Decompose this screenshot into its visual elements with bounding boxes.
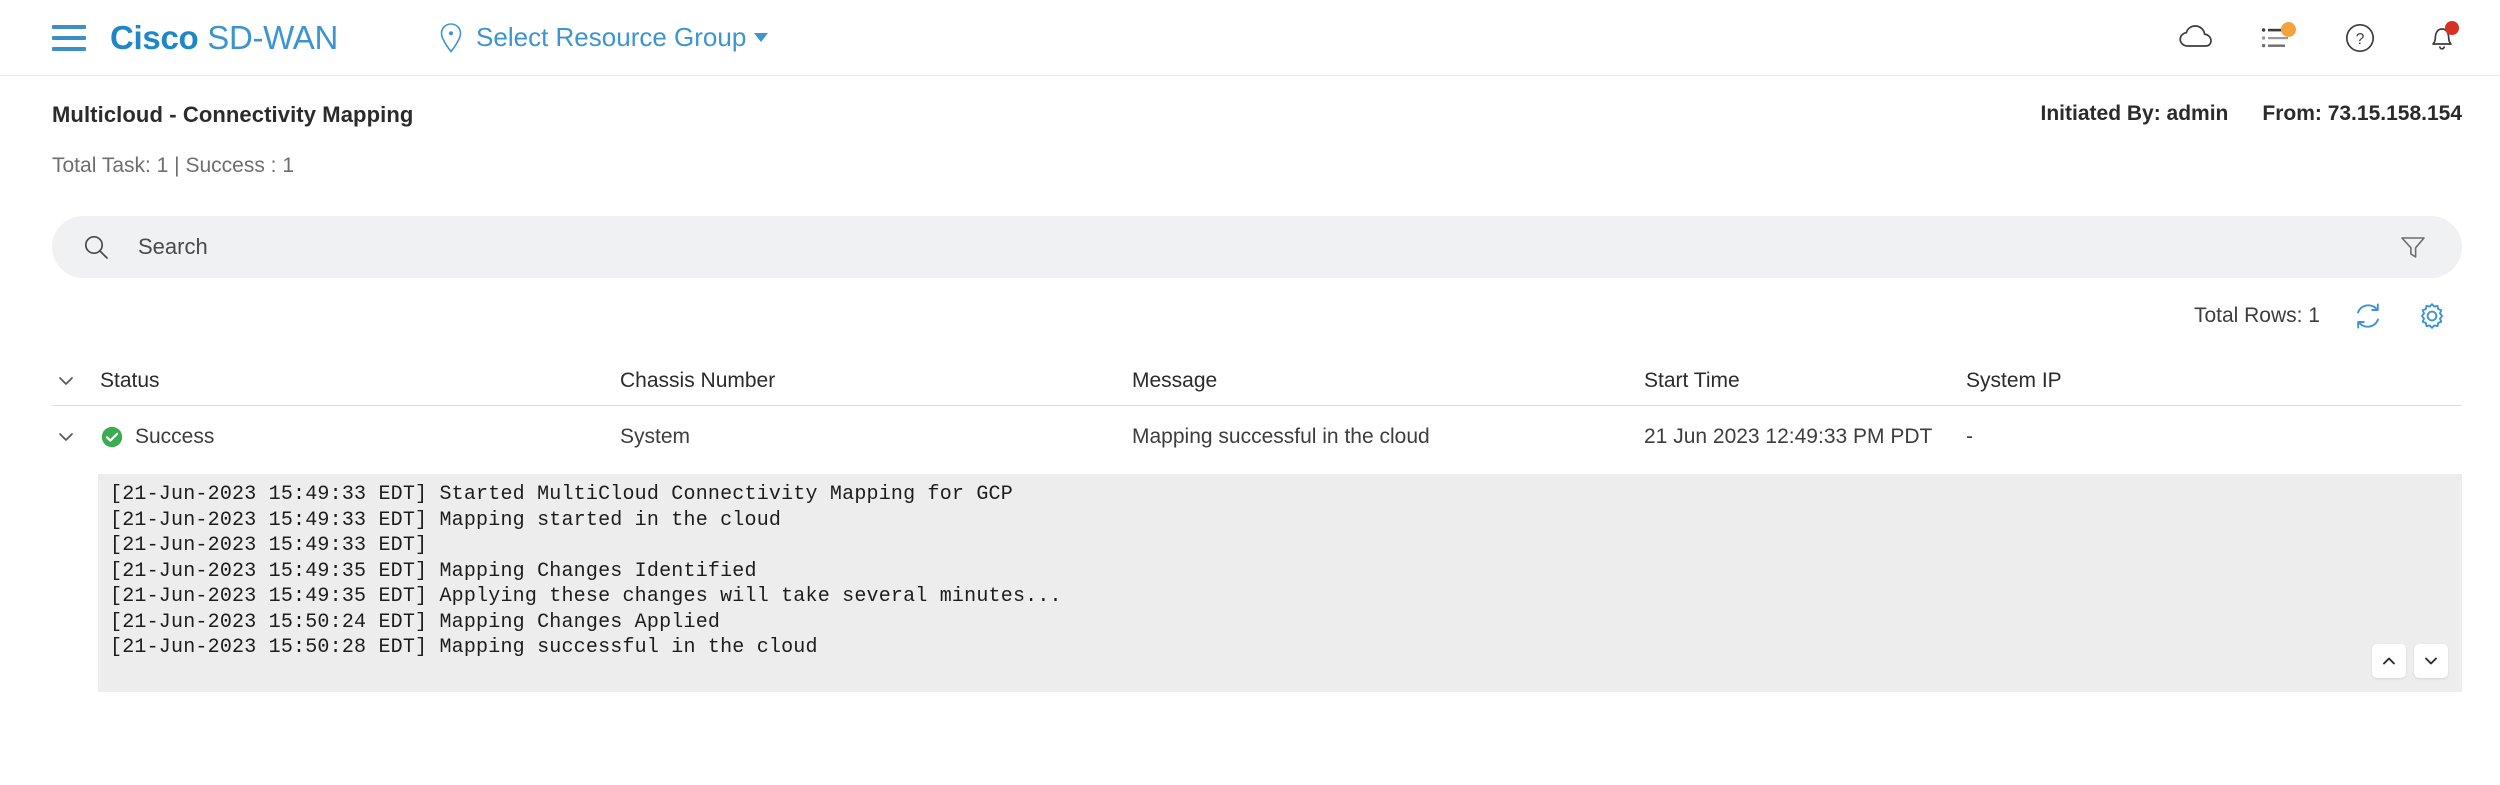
log-scroll-controls xyxy=(2372,644,2448,678)
row-expand-toggle[interactable] xyxy=(52,423,100,451)
column-header-system-ip[interactable]: System IP xyxy=(1966,369,2462,393)
notifications-badge xyxy=(2445,20,2459,35)
brand-name-cisco: Cisco xyxy=(110,18,199,56)
search-input[interactable] xyxy=(136,233,2398,261)
help-icon[interactable]: ? xyxy=(2340,18,2380,58)
hamburger-bar xyxy=(52,46,86,51)
search-icon xyxy=(82,233,110,261)
brand-logo[interactable]: Cisco SD-WAN xyxy=(110,19,338,57)
success-check-icon xyxy=(100,425,124,449)
cloud-icon[interactable] xyxy=(2176,18,2216,58)
tasks-badge xyxy=(2281,21,2296,37)
cell-system-ip: - xyxy=(1966,425,1973,448)
tasks-icon[interactable] xyxy=(2258,18,2298,58)
chevron-down-icon xyxy=(754,33,769,42)
hamburger-bar xyxy=(52,24,86,29)
column-header-message[interactable]: Message xyxy=(1132,369,1644,393)
table-header-row: Status Chassis Number Message Start Time… xyxy=(52,356,2462,406)
log-line: [21-Jun-2023 15:49:35 EDT] Mapping Chang… xyxy=(110,559,757,583)
column-header-status[interactable]: Status xyxy=(100,369,620,393)
top-navigation-bar: Cisco SD-WAN Select Resource Group ? xyxy=(0,0,2500,76)
page-meta: Initiated By: admin From: 73.15.158.154 xyxy=(2041,102,2462,126)
log-line: [21-Jun-2023 15:49:35 EDT] Applying thes… xyxy=(110,585,1062,608)
top-bar-actions: ? xyxy=(2176,18,2462,58)
log-console[interactable]: [21-Jun-2023 15:49:33 EDT] Started Multi… xyxy=(98,474,2462,692)
chevron-down-icon xyxy=(52,367,80,395)
notifications-bell-icon[interactable] xyxy=(2422,18,2462,58)
log-scroll-up-button[interactable] xyxy=(2372,644,2406,678)
hamburger-menu-icon[interactable] xyxy=(52,24,86,51)
table-toolbar: Total Rows: 1 xyxy=(0,278,2500,332)
log-line: [21-Jun-2023 15:50:28 EDT] Mapping succe… xyxy=(110,636,818,659)
cell-message: Mapping successful in the cloud xyxy=(1132,425,1430,448)
tasks-table: Status Chassis Number Message Start Time… xyxy=(52,356,2462,468)
location-pin-icon xyxy=(438,22,464,54)
log-line: [21-Jun-2023 15:50:24 EDT] Mapping Chang… xyxy=(110,610,721,634)
resource-group-label: Select Resource Group xyxy=(476,22,747,52)
filter-funnel-icon[interactable] xyxy=(2398,232,2428,262)
initiated-by-label: Initiated By: admin xyxy=(2040,102,2229,125)
total-rows-label: Total Rows: 1 xyxy=(2193,304,2320,327)
resource-group-selector[interactable]: Select Resource Group xyxy=(438,22,769,54)
hamburger-bar xyxy=(52,35,86,40)
page-title: Multicloud - Connectivity Mapping xyxy=(52,102,414,127)
log-line: [21-Jun-2023 15:49:33 EDT] xyxy=(110,534,428,557)
search-bar xyxy=(52,216,2462,278)
column-header-chassis-number[interactable]: Chassis Number xyxy=(620,369,1132,393)
column-header-start-time[interactable]: Start Time xyxy=(1644,369,1966,393)
status-text: Success xyxy=(135,425,215,448)
from-ip-label: From: 73.15.158.154 xyxy=(2262,102,2462,125)
table-row[interactable]: Success System Mapping successful in the… xyxy=(52,406,2462,468)
cell-start-time: 21 Jun 2023 12:49:33 PM PDT xyxy=(1644,425,1933,448)
cell-chassis-number: System xyxy=(620,425,691,448)
svg-text:?: ? xyxy=(2356,31,2365,48)
page-header: Multicloud - Connectivity Mapping Initia… xyxy=(0,76,2500,128)
log-lines: [21-Jun-2023 15:49:33 EDT] Started Multi… xyxy=(110,482,2462,661)
chevron-down-icon xyxy=(52,423,80,451)
refresh-icon[interactable] xyxy=(2352,300,2384,332)
cell-status: Success xyxy=(100,425,620,449)
expand-all-toggle[interactable] xyxy=(52,367,100,395)
log-line: [21-Jun-2023 15:49:33 EDT] Started Multi… xyxy=(110,483,1013,506)
brand-name-sdwan: SD-WAN xyxy=(207,18,339,56)
gear-icon[interactable] xyxy=(2416,300,2448,332)
log-scroll-down-button[interactable] xyxy=(2414,644,2448,678)
task-summary: Total Task: 1 | Success : 1 xyxy=(52,154,295,177)
log-line: [21-Jun-2023 15:49:33 EDT] Mapping start… xyxy=(110,508,782,532)
